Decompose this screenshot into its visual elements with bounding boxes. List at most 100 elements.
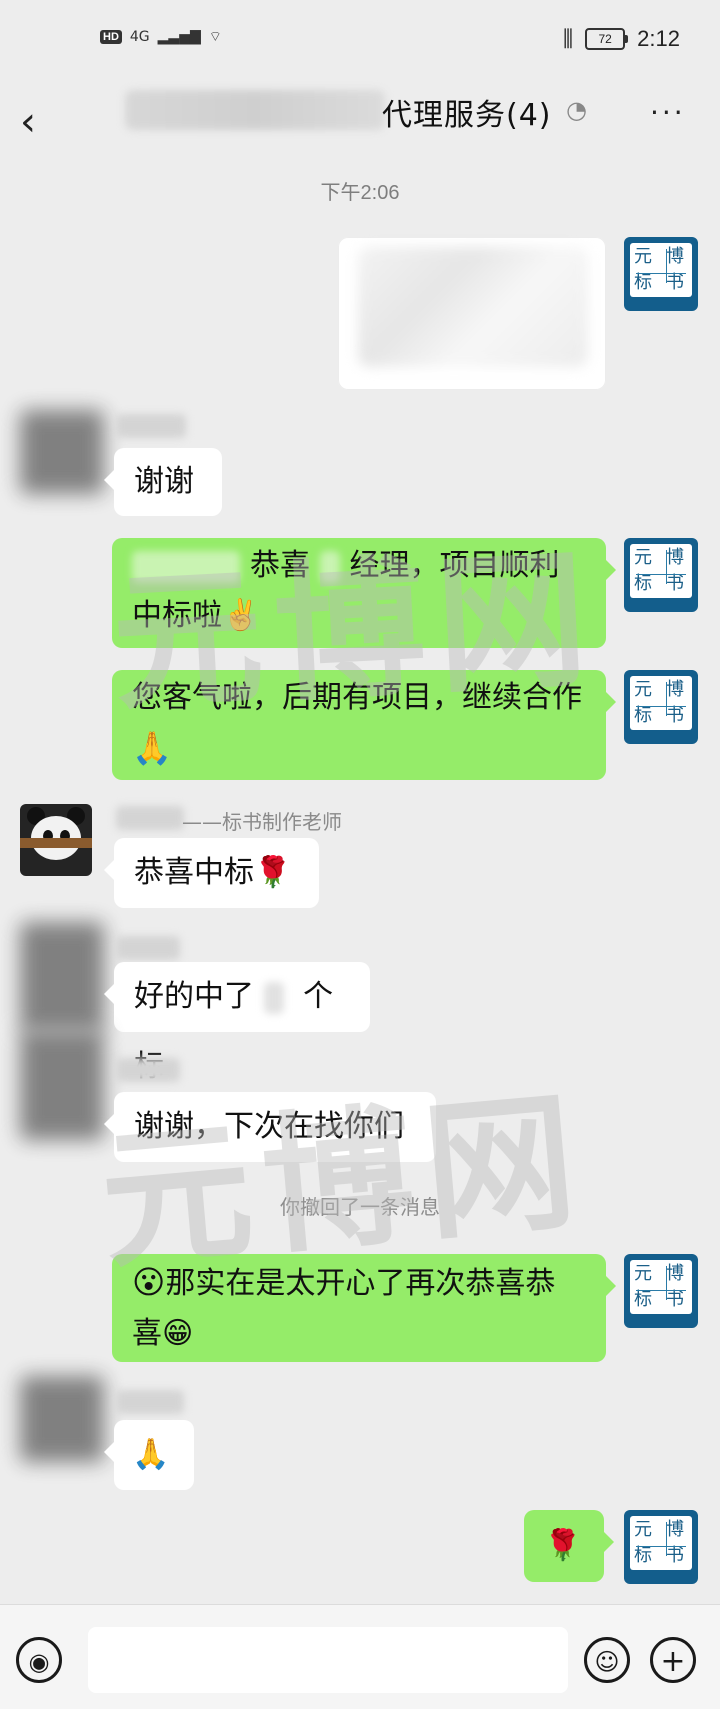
avatar-char-3: 标 — [634, 573, 652, 594]
avatar-char-1: 元 — [634, 1519, 652, 1540]
signal-icon: ▂▃▅▇ — [157, 29, 201, 45]
message-timestamp: 下午2:06 — [320, 182, 400, 204]
message-input[interactable] — [88, 1627, 568, 1693]
mute-icon: ◔ — [566, 96, 587, 124]
redacted-text — [263, 981, 284, 1014]
avatar-line — [636, 1290, 686, 1291]
avatar-blurred[interactable] — [20, 1376, 104, 1462]
status-left: HD 4G ▂▃▅▇ ⌔ — [100, 28, 222, 46]
message-emoji: 😮 — [132, 1263, 166, 1301]
message-text: 谢谢 — [134, 464, 194, 499]
message-bubble[interactable]: 恭喜 经理，项目顺利 中标啦✌️ — [112, 538, 616, 648]
bubble-tail — [606, 692, 616, 712]
more-icon[interactable]: ··· — [650, 96, 686, 129]
avatar-blurred[interactable] — [20, 410, 104, 494]
avatar-strip — [630, 299, 692, 307]
message-text-part: 好的中了 — [134, 979, 254, 1014]
vibrate-icon: ⫼ — [563, 26, 574, 51]
avatar-char-1: 元 — [634, 547, 652, 568]
redacted-text — [132, 550, 240, 583]
message-text: 🌹 — [544, 1528, 582, 1563]
avatar[interactable]: 元 博 标 书 — [624, 1254, 698, 1328]
avatar-char-3: 标 — [634, 272, 652, 293]
message-text: 您客气啦，后期有项目，继续合作 — [132, 680, 582, 715]
status-right: ⫼ 72 2:12 — [563, 26, 680, 52]
message-text: 🙏 — [132, 1437, 170, 1472]
message-bubble[interactable]: 谢谢，下次在找你们 — [104, 1092, 436, 1162]
avatar-blurred[interactable] — [20, 1030, 104, 1140]
avatar-logo: 元 博 标 书 — [630, 1516, 692, 1570]
chat-header: ‹ 代理服务(4) ◔ ··· — [0, 84, 720, 180]
avatar-char-1: 元 — [634, 246, 652, 267]
message-bubble[interactable]: 😮那实在是太开心了再次恭喜恭 喜😁 — [112, 1254, 616, 1362]
signal-label: 4G — [129, 29, 150, 45]
message-text: 恭喜中标🌹 — [134, 855, 292, 890]
retraction-notice: 你撤回了一条消息 — [280, 1195, 440, 1219]
avatar-line — [636, 706, 686, 707]
avatar[interactable]: 元 博 标 书 — [624, 670, 698, 744]
title-redacted — [125, 90, 385, 130]
message-text: 谢谢，下次在找你们 — [134, 1109, 404, 1144]
avatar[interactable]: 元 博 标 书 — [624, 237, 698, 311]
nickname-blurred — [116, 1390, 184, 1414]
back-icon[interactable]: ‹ — [20, 102, 60, 142]
avatar-char-3: 标 — [634, 1289, 652, 1310]
message-bubble[interactable]: 🙏 — [104, 1420, 194, 1490]
bubble-tail — [606, 1276, 616, 1296]
avatar-line — [636, 574, 686, 575]
bubble-tail — [604, 1532, 614, 1552]
image-message[interactable] — [338, 237, 606, 390]
redacted-text — [319, 550, 340, 583]
bubble-tail — [104, 984, 114, 1004]
avatar-line-vertical — [666, 249, 667, 283]
nickname-blurred — [116, 1058, 180, 1082]
wifi-icon: ⌔ — [208, 29, 222, 45]
panda-bar — [20, 838, 92, 848]
message-bubble[interactable]: 恭喜中标🌹 — [104, 838, 319, 908]
plus-icon[interactable]: + — [650, 1637, 696, 1683]
avatar-line-vertical — [666, 1522, 667, 1556]
emoji-icon[interactable]: ☺ — [584, 1637, 630, 1683]
voice-icon[interactable]: ◉ — [16, 1637, 62, 1683]
bubble-tail — [104, 1114, 114, 1134]
avatar-char-1: 元 — [634, 1263, 652, 1284]
bubble-tail — [606, 560, 616, 580]
chat-title: 代理服务(4) — [382, 98, 552, 133]
avatar-line-vertical — [666, 1266, 667, 1300]
blurred-image — [358, 247, 588, 367]
network-badge: HD — [100, 30, 122, 44]
message-text-part: 恭喜 — [250, 548, 310, 583]
avatar-logo: 元 博 标 书 — [630, 544, 692, 598]
avatar-logo: 元 博 标 书 — [630, 676, 692, 730]
sender-name: ——标书制作老师 — [182, 810, 342, 834]
message-bubble[interactable]: 好的中了 个标 — [104, 962, 370, 1084]
message-bubble[interactable]: 🌹 — [524, 1510, 614, 1582]
nickname-blurred — [116, 414, 186, 438]
avatar-char-1: 元 — [634, 679, 652, 700]
input-bar: ◉ ☺ + — [0, 1604, 720, 1709]
avatar-panda[interactable] — [20, 804, 92, 876]
avatar[interactable]: 元 博 标 书 — [624, 538, 698, 612]
message-text-part: 中标啦✌️ — [132, 598, 260, 633]
avatar-logo: 元 博 标 书 — [630, 243, 692, 297]
avatar-logo: 元 博 标 书 — [630, 1260, 692, 1314]
message-bubble[interactable]: 您客气啦，后期有项目，继续合作 🙏 — [112, 670, 616, 780]
avatar-line-vertical — [666, 682, 667, 716]
avatar-char-3: 标 — [634, 705, 652, 726]
battery-icon: 72 — [585, 28, 629, 50]
avatar[interactable]: 元 博 标 书 — [624, 1510, 698, 1584]
nickname-blurred — [116, 806, 184, 830]
message-text-part: 喜😁 — [132, 1316, 194, 1351]
message-emoji: 🙏 — [132, 729, 172, 767]
battery-level: 72 — [598, 32, 612, 46]
avatar-blurred[interactable] — [20, 922, 104, 1032]
avatar-line-vertical — [666, 550, 667, 584]
message-bubble[interactable]: 谢谢 — [104, 448, 222, 516]
message-text-part: 经理，项目顺利 — [349, 548, 560, 583]
clock: 2:12 — [637, 26, 680, 51]
avatar-line — [636, 273, 686, 274]
nickname-blurred — [116, 936, 180, 960]
bubble-tail — [104, 860, 114, 880]
status-bar: HD 4G ▂▃▅▇ ⌔ ⫼ 72 2:12 — [0, 0, 720, 84]
avatar-char-3: 标 — [634, 1545, 652, 1566]
